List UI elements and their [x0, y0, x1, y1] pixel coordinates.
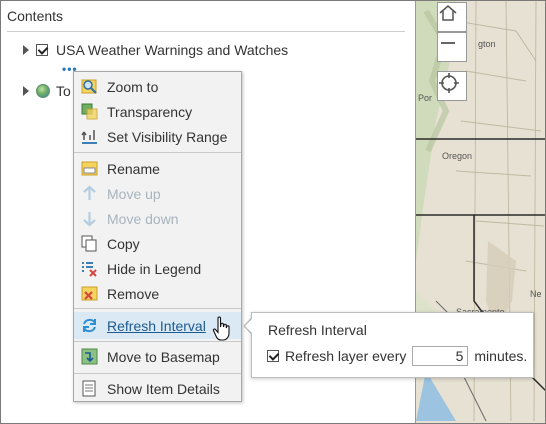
hand-cursor-icon [212, 316, 230, 341]
menu-separator [74, 373, 241, 374]
layer-item-weather[interactable]: USA Weather Warnings and Watches [23, 40, 288, 60]
zoom-out-icon [441, 42, 455, 44]
map-label: Ne [530, 289, 542, 299]
move-basemap-icon [81, 348, 98, 365]
menu-item-move-down[interactable]: Move down [74, 206, 241, 231]
menu-item-move-to-basemap[interactable]: Move to Basemap [74, 344, 241, 369]
map-label: Por [418, 93, 433, 103]
visibility-range-icon [81, 128, 98, 145]
arrow-down-icon [81, 210, 98, 227]
menu-item-zoom-to[interactable]: Zoom to [74, 74, 241, 99]
item-details-icon [81, 380, 98, 397]
refresh-interval-flyout: Refresh Interval Refresh layer every min… [251, 312, 534, 378]
menu-item-visibility-range[interactable]: Set Visibility Range [74, 124, 241, 149]
refresh-enabled-checkbox[interactable] [267, 350, 279, 362]
refresh-minutes-input[interactable] [412, 346, 469, 366]
layer-label[interactable]: USA Weather Warnings and Watches [56, 42, 288, 58]
home-button[interactable] [437, 2, 467, 32]
menu-separator [74, 152, 241, 153]
flyout-title: Refresh Interval [268, 322, 367, 338]
refresh-icon [81, 317, 98, 334]
menu-item-show-item-details[interactable]: Show Item Details [74, 376, 241, 401]
menu-item-copy[interactable]: Copy [74, 231, 241, 256]
menu-item-move-up[interactable]: Move up [74, 181, 241, 206]
expand-arrow-icon[interactable] [23, 45, 29, 55]
home-icon [439, 5, 457, 21]
refresh-row: Refresh layer every minutes. [267, 346, 527, 366]
remove-icon [81, 285, 98, 302]
menu-item-hide-in-legend[interactable]: Hide in Legend [74, 256, 241, 281]
flyout-pointer-fill [245, 318, 253, 334]
refresh-checkbox-label: Refresh layer every [285, 348, 407, 364]
menu-item-remove[interactable]: Remove [74, 281, 241, 306]
layer-label[interactable]: To [56, 83, 71, 99]
hide-legend-icon [81, 260, 98, 277]
expand-arrow-icon[interactable] [23, 86, 29, 96]
rename-icon [81, 160, 98, 177]
locate-icon [439, 73, 459, 93]
menu-item-rename[interactable]: Rename [74, 156, 241, 181]
menu-item-transparency[interactable]: Transparency [74, 99, 241, 124]
zoom-out-button[interactable] [437, 32, 467, 62]
menu-separator [74, 308, 241, 309]
layer-context-menu: Zoom to Transparency Set Visibility Rang… [73, 71, 242, 402]
map-label: gton [478, 39, 496, 49]
transparency-icon [81, 103, 98, 120]
copy-icon [81, 235, 98, 252]
zoom-to-icon [81, 78, 98, 95]
map-label: Oregon [442, 151, 473, 161]
basemap-globe-icon [36, 84, 50, 98]
contents-title: Contents [7, 8, 64, 24]
layer-item-topo[interactable]: To [23, 81, 71, 101]
arrow-up-icon [81, 185, 98, 202]
layer-visibility-checkbox[interactable] [36, 44, 48, 56]
divider [7, 31, 405, 32]
refresh-unit-label: minutes. [474, 348, 528, 364]
locate-button[interactable] [437, 71, 467, 101]
